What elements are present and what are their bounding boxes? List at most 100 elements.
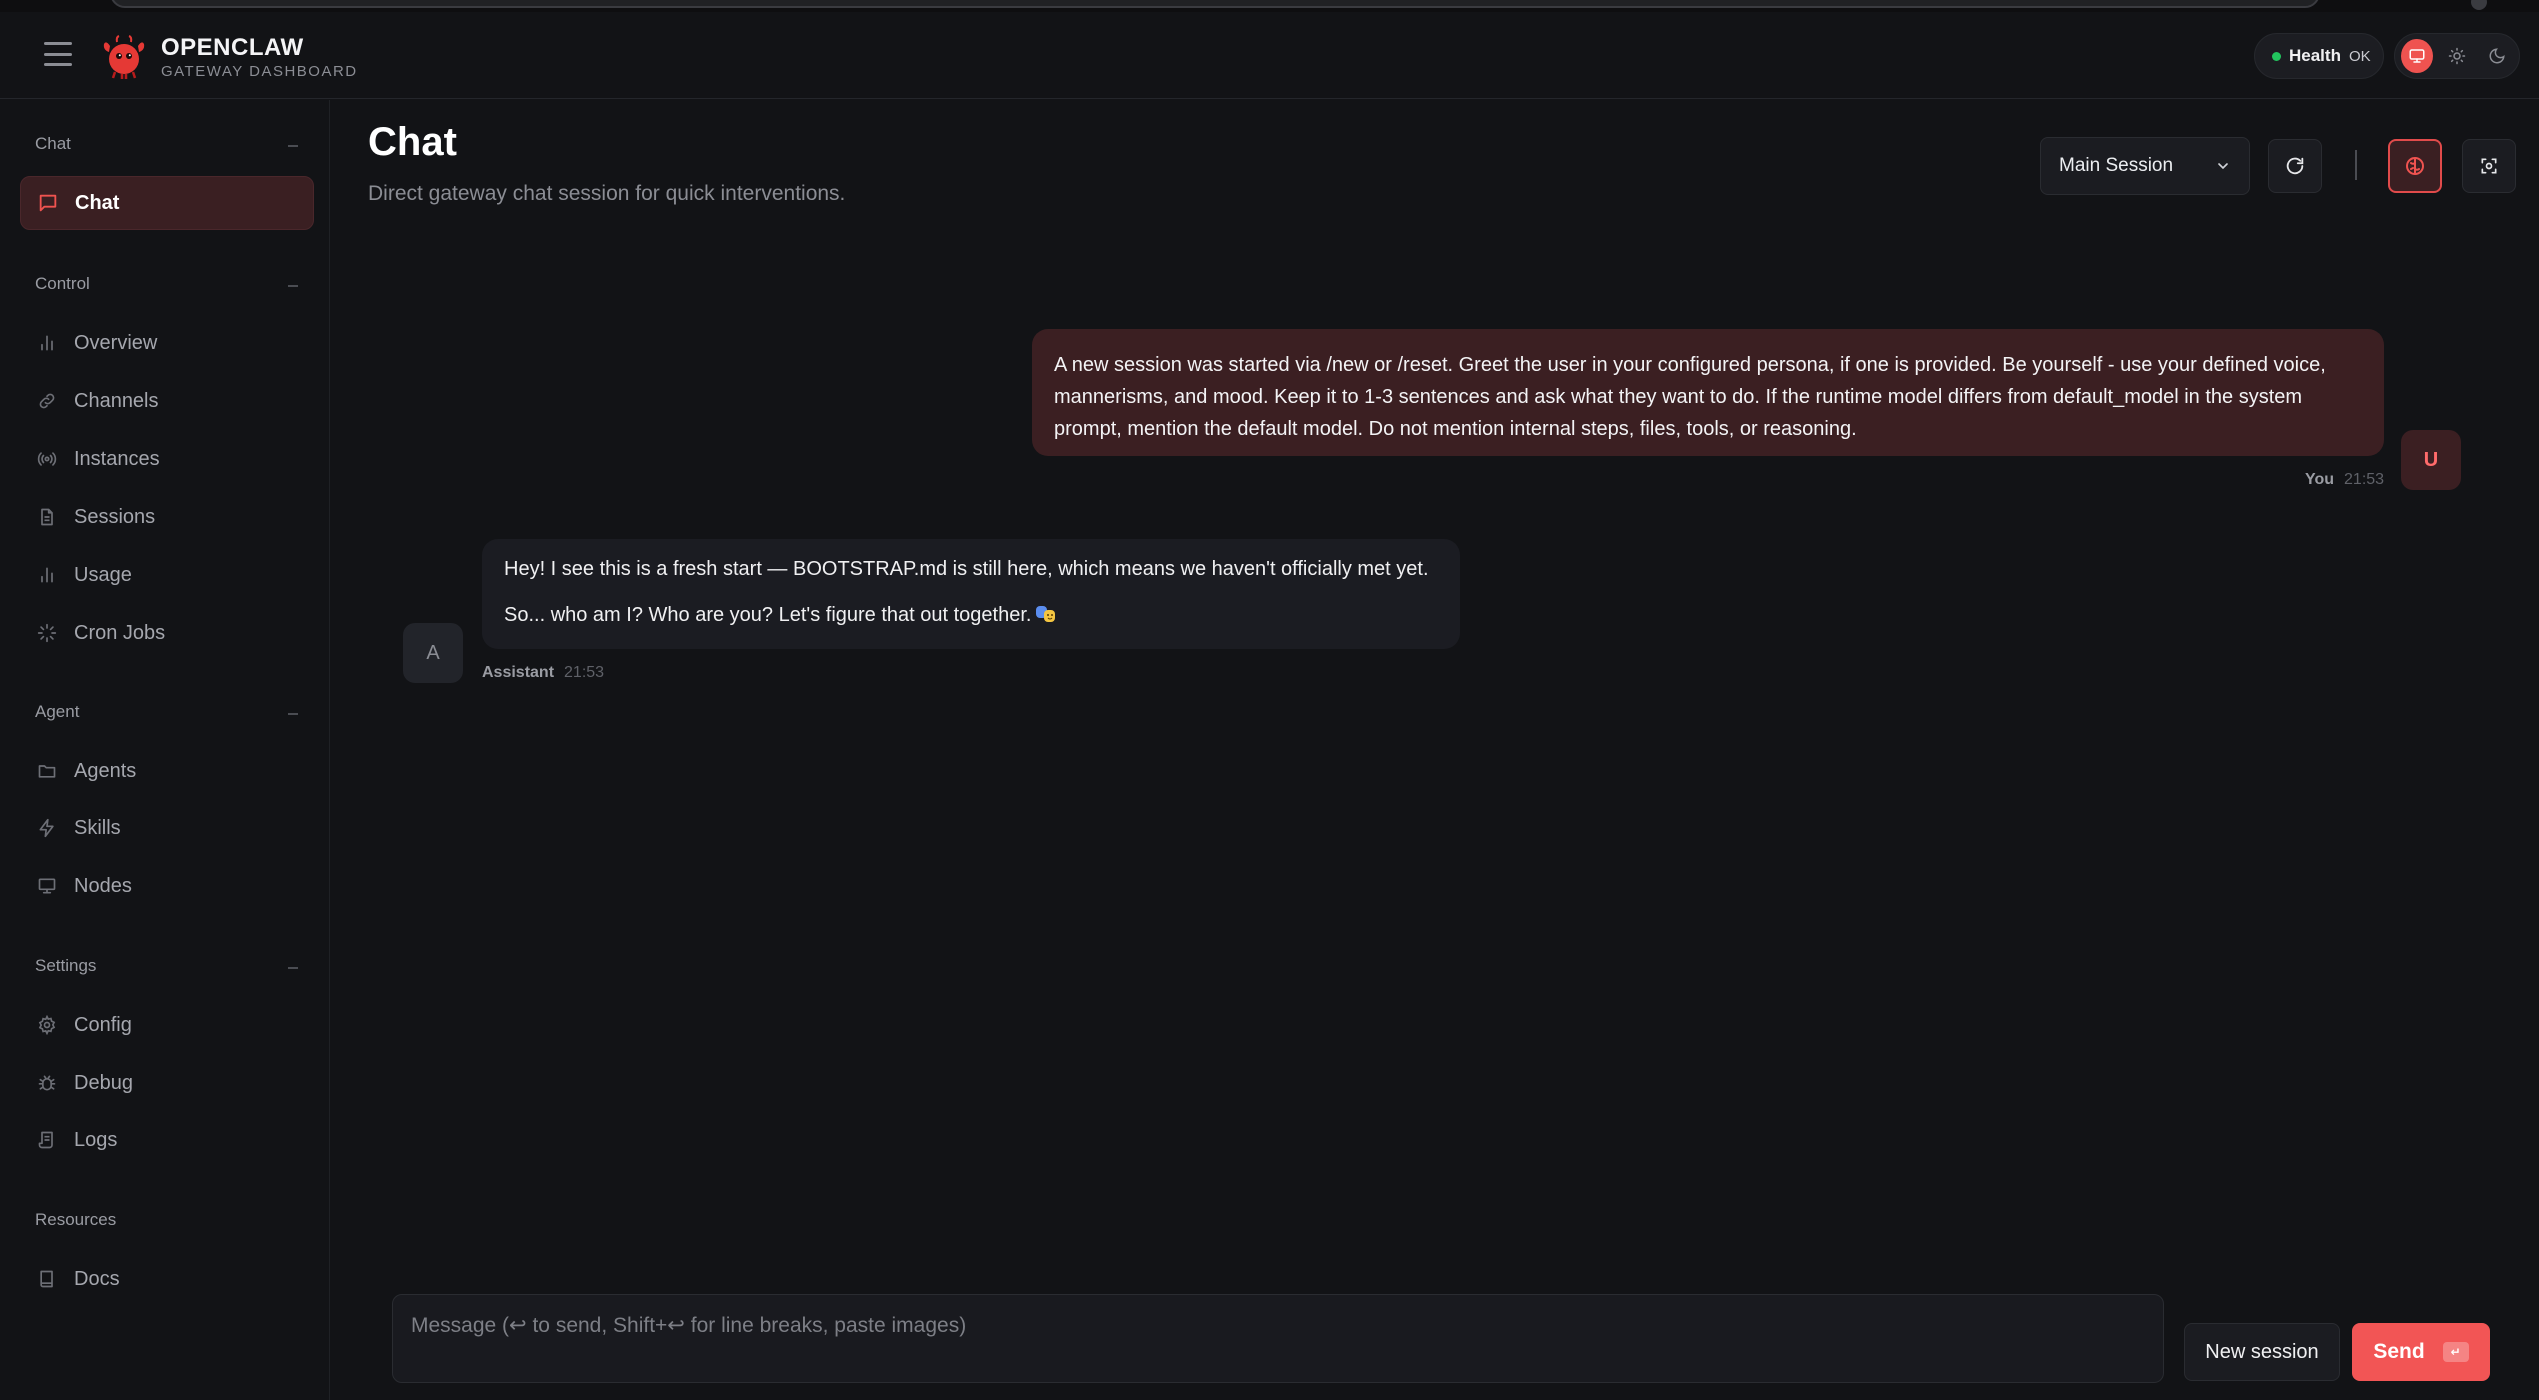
menu-toggle-button[interactable] (44, 42, 72, 66)
collapse-icon[interactable] (288, 145, 298, 147)
sidebar-section-settings: Settings (35, 956, 97, 975)
sun-icon (2448, 47, 2466, 65)
sidebar-item-debug[interactable]: Debug (20, 1056, 314, 1110)
sidebar-item-instances[interactable]: Instances (20, 432, 314, 486)
message-input[interactable] (393, 1295, 2163, 1382)
sidebar-item-label: Chat (75, 191, 120, 214)
sidebar-item-label: Nodes (74, 874, 132, 897)
loader-icon (36, 622, 58, 644)
sidebar-item-label: Cron Jobs (74, 621, 166, 644)
link-icon (36, 390, 58, 412)
sidebar-item-label: Sessions (74, 505, 156, 528)
assistant-message-text: So... who am I? Who are you? Let's figur… (504, 604, 1032, 626)
sidebar-item-label: Config (74, 1013, 132, 1036)
message-time: 21:53 (564, 664, 605, 681)
moon-icon (2489, 48, 2505, 64)
focus-mode-button[interactable] (2462, 139, 2516, 193)
sidebar-item-label: Logs (74, 1128, 118, 1151)
brand-subtitle: GATEWAY DASHBOARD (161, 63, 358, 80)
sidebar-item-label: Skills (74, 816, 121, 839)
message-time: 21:53 (2344, 471, 2385, 488)
sidebar-section-agent: Agent (35, 702, 80, 721)
assistant-message-meta: Assistant 21:53 (482, 664, 604, 682)
refresh-icon (2286, 157, 2304, 175)
thinking-toggle-button[interactable] (2388, 139, 2442, 193)
user-message-bubble: A new session was started via /new or /r… (1032, 329, 2384, 456)
scan-focus-icon (2481, 158, 2497, 174)
message-author: You (2305, 471, 2335, 488)
sidebar-item-usage[interactable]: Usage (20, 548, 314, 602)
sidebar-item-label: Usage (74, 563, 132, 586)
send-button[interactable]: Send ↵ (2352, 1323, 2490, 1381)
menu-icon-line (44, 42, 72, 45)
monitor-icon (36, 875, 58, 897)
system-icon (2409, 49, 2425, 63)
lightning-icon (36, 817, 58, 839)
sidebar-item-cron-jobs[interactable]: Cron Jobs (20, 606, 314, 660)
brain-icon (2406, 157, 2424, 175)
theme-light-button[interactable] (2441, 39, 2473, 73)
sidebar-item-label: Overview (74, 331, 158, 354)
theme-switcher (2394, 33, 2520, 79)
collapse-icon[interactable] (288, 285, 298, 287)
chevron-down-icon (2218, 163, 2228, 170)
openclaw-logo-icon (103, 35, 145, 79)
message-composer (392, 1294, 2164, 1383)
folder-icon (36, 760, 58, 782)
sidebar-item-label: Debug (74, 1071, 133, 1094)
toolbar-divider (2355, 150, 2357, 180)
send-button-label: Send (2373, 1340, 2425, 1363)
collapse-icon[interactable] (288, 713, 298, 715)
bug-icon (36, 1072, 58, 1094)
sidebar-item-chat[interactable]: Chat (20, 176, 314, 230)
new-session-button[interactable]: New session (2184, 1323, 2340, 1381)
book-icon (36, 1268, 58, 1290)
sidebar-item-skills[interactable]: Skills (20, 801, 314, 855)
health-status-badge[interactable]: Health OK (2254, 33, 2384, 79)
chat-bubble-icon (37, 192, 59, 214)
page-title: Chat (368, 120, 457, 164)
collapse-icon[interactable] (288, 967, 298, 969)
theme-dark-button[interactable] (2481, 39, 2513, 73)
theater-masks-icon (1036, 606, 1056, 622)
sidebar-item-agents[interactable]: Agents (20, 744, 314, 798)
scroll-icon (36, 1129, 58, 1151)
assistant-message-line: So... who am I? Who are you? Let's figur… (504, 599, 1438, 631)
theme-system-button[interactable] (2401, 39, 2433, 73)
sidebar: Chat Chat Control Overview Channels Inst… (0, 100, 330, 1400)
bar-chart-icon (36, 564, 58, 586)
assistant-avatar: A (403, 623, 463, 683)
top-bar: OPENCLAW GATEWAY DASHBOARD Health OK (0, 12, 2539, 99)
session-select-value: Main Session (2059, 155, 2174, 176)
sidebar-item-nodes[interactable]: Nodes (20, 859, 314, 913)
menu-icon-line (44, 52, 72, 56)
sidebar-item-label: Agents (74, 759, 137, 782)
bar-chart-icon (36, 332, 58, 354)
health-status-dot-icon (2272, 51, 2281, 61)
refresh-button[interactable] (2268, 139, 2322, 193)
session-select[interactable]: Main Session (2040, 137, 2250, 195)
user-avatar: U (2401, 430, 2461, 490)
sidebar-item-channels[interactable]: Channels (20, 374, 314, 428)
health-value: OK (2348, 47, 2371, 65)
sidebar-item-overview[interactable]: Overview (20, 316, 314, 370)
address-bar[interactable] (110, 0, 2320, 8)
sidebar-item-logs[interactable]: Logs (20, 1113, 314, 1167)
sidebar-item-docs[interactable]: Docs (20, 1252, 314, 1306)
page-subtitle: Direct gateway chat session for quick in… (368, 182, 846, 205)
assistant-message-line: Hey! I see this is a fresh start — BOOTS… (504, 558, 1429, 580)
sidebar-item-label: Docs (74, 1267, 120, 1290)
radio-icon (36, 448, 58, 470)
enter-key-icon: ↵ (2442, 1342, 2469, 1362)
sidebar-section-control: Control (35, 274, 90, 293)
sidebar-item-label: Instances (74, 447, 160, 470)
browser-menu-icon[interactable] (2471, 0, 2487, 10)
message-author: Assistant (482, 664, 555, 681)
gear-icon (36, 1014, 58, 1036)
user-message-meta: You 21:53 (2305, 471, 2384, 489)
sidebar-item-config[interactable]: Config (20, 998, 314, 1052)
sidebar-item-sessions[interactable]: Sessions (20, 490, 314, 544)
health-label: Health (2289, 46, 2341, 65)
document-icon (36, 506, 58, 528)
browser-chrome (0, 0, 2539, 12)
